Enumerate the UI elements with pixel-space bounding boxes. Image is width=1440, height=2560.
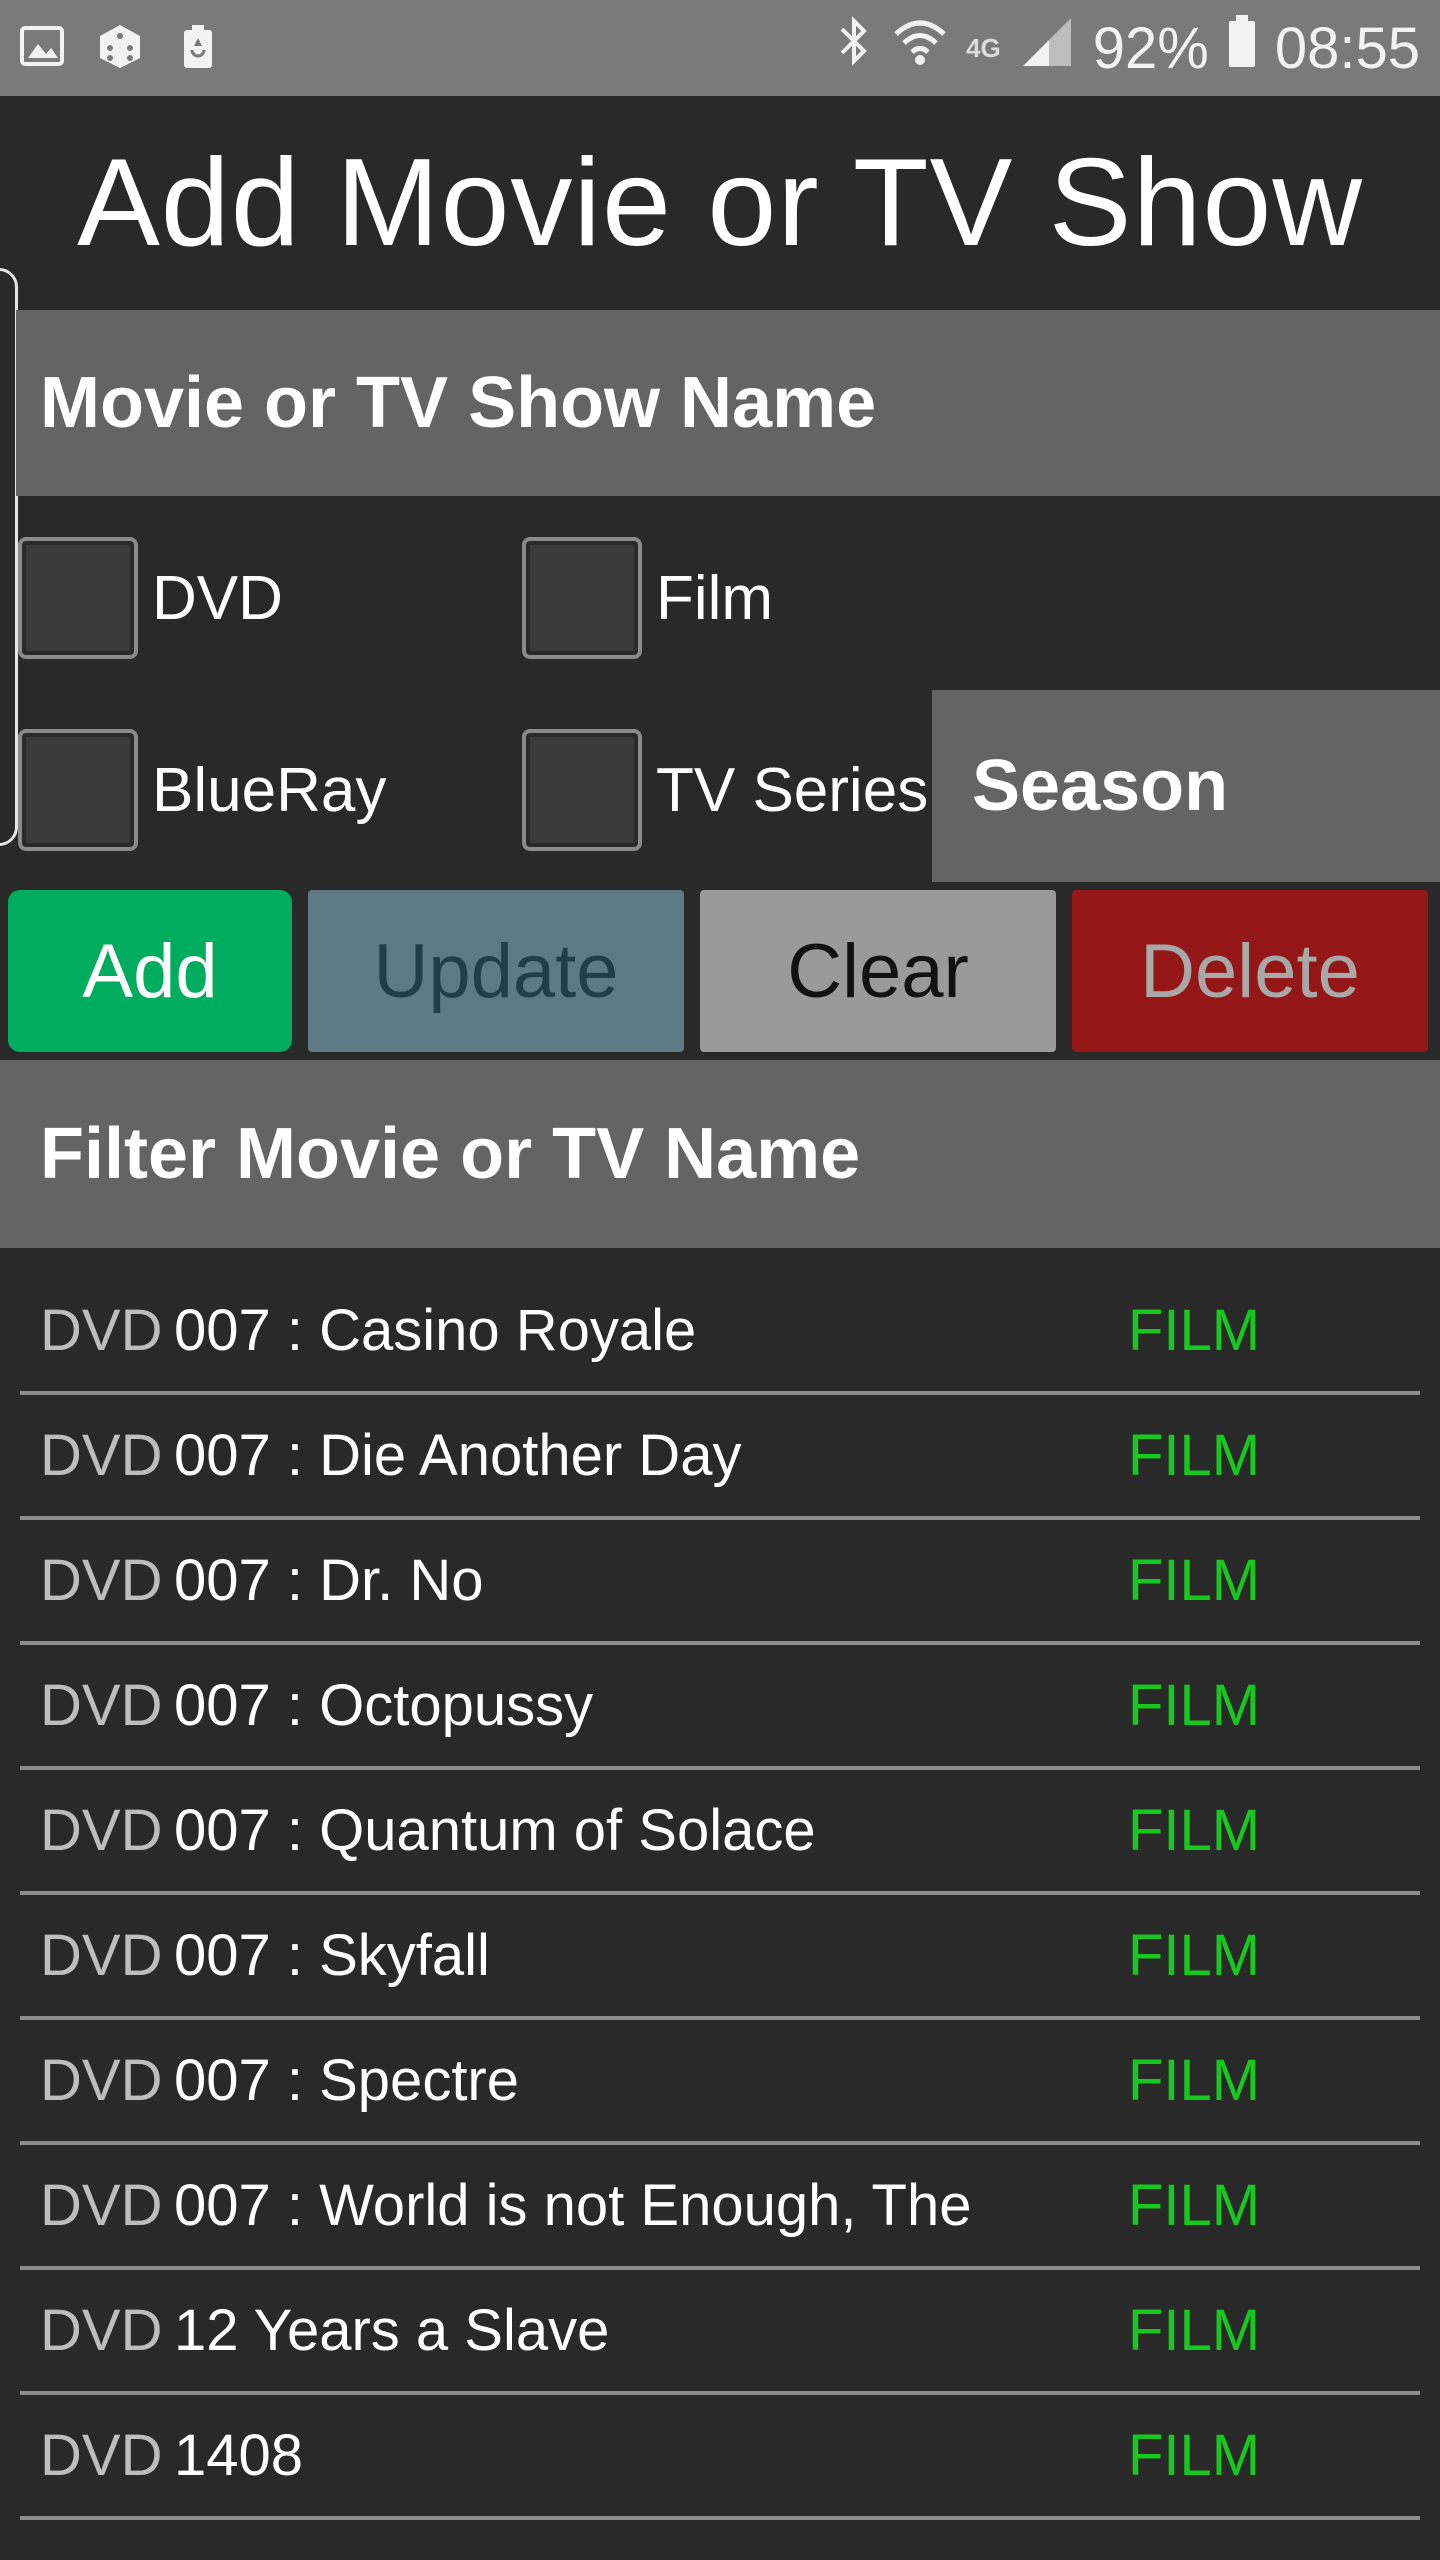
list-item-type: FILM — [1128, 1798, 1261, 1863]
list-item[interactable]: DVD 007 : Skyfall FILM — [20, 1895, 1420, 2020]
signal-icon — [1019, 15, 1075, 82]
blueray-checkbox-box[interactable] — [18, 729, 138, 851]
season-input[interactable] — [932, 690, 1440, 882]
battery-icon — [1227, 13, 1257, 83]
film-checkbox-box[interactable] — [522, 537, 642, 659]
status-left-icons — [18, 22, 222, 70]
list-item[interactable]: DVD 007 : Quantum of Solace FILM — [20, 1770, 1420, 1895]
tv-series-checkbox-box[interactable] — [522, 729, 642, 851]
list-item-format: DVD — [40, 2423, 163, 2488]
list-item-name: 007 : Die Another Day — [174, 1423, 742, 1488]
list-item-name: 007 : Casino Royale — [174, 1298, 697, 1363]
movie-name-input[interactable] — [16, 310, 1440, 496]
list-item-name: 007 : Dr. No — [174, 1548, 484, 1613]
list-item[interactable]: DVD 007 : World is not Enough, The FILM — [20, 2145, 1420, 2270]
dvd-checkbox-box[interactable] — [18, 537, 138, 659]
add-button[interactable]: Add — [8, 890, 292, 1052]
tv-series-checkbox-label: TV Series — [656, 755, 929, 825]
list-item-type: FILM — [1128, 2173, 1261, 2238]
list-item-name: 007 : Quantum of Solace — [174, 1798, 816, 1863]
dvd-checkbox-label: DVD — [152, 563, 283, 633]
status-right: 4G 92% 08:55 — [834, 12, 1420, 84]
list-item-format: DVD — [40, 1548, 163, 1613]
filter-input[interactable] — [0, 1060, 1440, 1248]
image-icon — [18, 22, 66, 70]
network-type-label: 4G — [966, 32, 1001, 63]
battery-saver-icon — [174, 22, 222, 70]
bluetooth-icon — [834, 13, 874, 83]
list-item[interactable]: DVD 007 : Die Another Day FILM — [20, 1395, 1420, 1520]
media-list[interactable]: DVD 007 : Casino Royale FILM DVD 007 : D… — [20, 1270, 1420, 2520]
blueray-checkbox-label: BlueRay — [152, 755, 387, 825]
list-item[interactable]: DVD 007 : Spectre FILM — [20, 2020, 1420, 2145]
film-checkbox-label: Film — [656, 563, 774, 633]
blueray-checkbox[interactable]: BlueRay — [18, 728, 386, 852]
dice-icon — [96, 22, 144, 70]
list-item-name: 12 Years a Slave — [174, 2298, 610, 2363]
list-item-type: FILM — [1128, 1548, 1261, 1613]
list-item-type: FILM — [1128, 1423, 1261, 1488]
list-item-name: 1408 — [174, 2423, 304, 2488]
clock: 08:55 — [1274, 15, 1420, 81]
list-item-name: 007 : Skyfall — [174, 1923, 490, 1988]
tv-series-checkbox[interactable]: TV Series — [522, 728, 928, 852]
clear-button[interactable]: Clear — [700, 890, 1056, 1052]
list-item-type: FILM — [1128, 1673, 1261, 1738]
list-item-type: FILM — [1128, 1298, 1261, 1363]
list-item-name: 007 : Octopussy — [174, 1673, 594, 1738]
list-item-format: DVD — [40, 1298, 163, 1363]
film-checkbox[interactable]: Film — [522, 536, 773, 660]
list-item[interactable]: DVD 007 : Casino Royale FILM — [20, 1270, 1420, 1395]
list-item-name: 007 : World is not Enough, The — [174, 2173, 972, 2238]
list-item[interactable]: DVD 007 : Octopussy FILM — [20, 1645, 1420, 1770]
list-item-type: FILM — [1128, 2423, 1261, 2488]
list-item-format: DVD — [40, 2298, 163, 2363]
list-item-format: DVD — [40, 1423, 163, 1488]
list-item-type: FILM — [1128, 2048, 1261, 2113]
status-bar: 4G 92% 08:55 — [0, 0, 1440, 96]
list-item[interactable]: DVD 1408 FILM — [20, 2395, 1420, 2520]
battery-percent: 92% — [1092, 15, 1209, 81]
wifi-icon — [892, 15, 948, 82]
list-item-name: 007 : Spectre — [174, 2048, 519, 2113]
list-item-type: FILM — [1128, 1923, 1261, 1988]
page-title: Add Movie or TV Show — [77, 134, 1363, 272]
list-item-format: DVD — [40, 1798, 163, 1863]
update-button[interactable]: Update — [308, 890, 684, 1052]
dvd-checkbox[interactable]: DVD — [18, 536, 283, 660]
list-item[interactable]: DVD 12 Years a Slave FILM — [20, 2270, 1420, 2395]
delete-button[interactable]: Delete — [1072, 890, 1428, 1052]
list-item-type: FILM — [1128, 2298, 1261, 2363]
list-item-format: DVD — [40, 1923, 163, 1988]
list-item-format: DVD — [40, 2048, 163, 2113]
list-item-format: DVD — [40, 1673, 163, 1738]
list-item-format: DVD — [40, 2173, 163, 2238]
list-item[interactable]: DVD 007 : Dr. No FILM — [20, 1520, 1420, 1645]
